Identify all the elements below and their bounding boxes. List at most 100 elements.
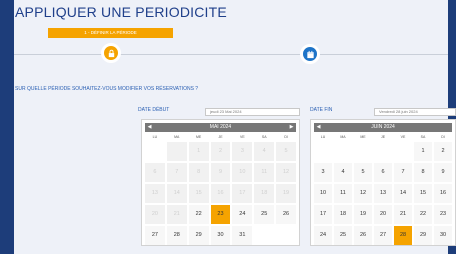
start-date-input[interactable] [205,108,300,116]
left-border [0,0,14,254]
calendar-icon [307,50,314,59]
calendar-day[interactable]: 29 [188,226,209,245]
step-define-period-button[interactable]: 1 - DÉFINIR LA PÉRIODE [48,28,173,38]
calendar-day: 15 [188,184,209,203]
calendar-day[interactable]: 27 [374,226,392,245]
calendar-day[interactable]: 22 [188,205,209,224]
weekday-label: ME [360,135,366,139]
calendar-day[interactable]: 21 [394,205,412,224]
calendar-header: ◀ JUIN 2024 [314,123,452,132]
calendar-day[interactable]: 29 [414,226,432,245]
calendar-day[interactable]: 8 [414,163,432,182]
weekday-label: JE [218,135,223,139]
calendar-day[interactable]: 23 [434,205,452,224]
calendar-day[interactable]: 27 [145,226,165,245]
calendar-day[interactable]: 26 [276,205,296,224]
next-month-icon[interactable]: ▶ [287,123,296,132]
calendar-day[interactable]: 1 [414,142,432,161]
calendar-day: 16 [210,184,231,203]
calendar-day: 13 [145,184,165,203]
step1-indicator[interactable] [101,43,121,63]
calendar-day: 8 [188,163,209,182]
calendar-day[interactable]: 5 [354,163,372,182]
calendar-day: 20 [145,205,165,224]
calendar-day[interactable]: 30 [434,226,452,245]
calendar-day[interactable]: 12 [354,184,372,203]
prev-month-icon[interactable]: ◀ [145,123,154,132]
calendar-day[interactable]: 25 [254,205,275,224]
calendar-grid: LU MA ME JE VE SA DI 1 2 3 4 5 6 7 8 9 10 11 12 13 14 15 16 17 1… [145,134,296,245]
calendar-day[interactable]: 25 [334,226,352,245]
calendar-day: 12 [276,163,296,182]
calendar-blank [334,142,352,161]
calendar-day[interactable]: 26 [354,226,372,245]
calendar-blank [354,142,372,161]
calendar-day [166,142,187,161]
weekday-label: SA [420,135,426,139]
weekday-label: DI [284,135,288,139]
calendar-blank [314,142,332,161]
calendar-day[interactable]: 13 [374,184,392,203]
calendar-blank [145,142,165,161]
end-date-input[interactable] [374,108,456,116]
prev-month-icon[interactable]: ◀ [314,123,323,132]
start-date-label: DATE DÉBUT [138,107,170,113]
calendar-day[interactable]: 28 [166,226,187,245]
calendar-day[interactable]: 22 [414,205,432,224]
calendar-day[interactable]: 3 [314,163,332,182]
period-question: SUR QUELLE PÉRIODE SOUHAITEZ-VOUS MODIFI… [15,86,199,92]
calendar-day: 3 [232,142,253,161]
calendar-day[interactable]: 9 [434,163,452,182]
calendar-day[interactable]: 14 [394,184,412,203]
step2-indicator[interactable] [300,44,320,64]
calendar-month-label: JUIN 2024 [371,124,395,130]
calendar-day[interactable]: 24 [232,205,253,224]
weekday-label: LU [320,135,326,139]
calendar-day[interactable]: 30 [210,226,231,245]
weekday-label: VE [400,135,406,139]
calendar-day[interactable]: 24 [314,226,332,245]
calendar-day[interactable]: 4 [334,163,352,182]
calendar-day-selected[interactable]: 23 [210,205,231,224]
calendar-day: 4 [254,142,275,161]
calendar-day: 19 [276,184,296,203]
weekday-label: JE [380,135,386,139]
calendar-day: 1 [188,142,209,161]
calendar-day[interactable]: 31 [232,226,253,245]
calendar-grid: LU MA ME JE VE SA DI 1 2 3 4 5 6 7 8 9 10 11 12 13 14 15 16 17 1… [314,134,452,245]
calendar-blank [254,226,274,245]
calendar-day[interactable]: 15 [414,184,432,203]
weekday-label: LU [152,135,158,139]
calendar-day: 18 [254,184,275,203]
calendar-end: ◀ JUIN 2024 LU MA ME JE VE SA DI 1 2 3 4 5 6 7 8 9 10 11 1… [310,119,456,246]
calendar-day[interactable]: 18 [334,205,352,224]
calendar-day[interactable]: 11 [334,184,352,203]
calendar-header: ◀ MAI 2024 ▶ [145,123,296,132]
calendar-day: 10 [232,163,253,182]
calendar-day[interactable]: 2 [434,142,452,161]
page-title: APPLIQUER UNE PERIODICITE [15,4,227,20]
calendar-day: 14 [166,184,187,203]
calendar-day-selected[interactable]: 28 [394,226,412,245]
weekday-label: ME [196,135,202,139]
calendar-day: 7 [166,163,187,182]
calendar-day: 2 [210,142,231,161]
calendar-blank [394,142,412,161]
calendar-day: 9 [210,163,231,182]
calendar-day[interactable]: 7 [394,163,412,182]
lock-icon [108,49,115,58]
calendar-day[interactable]: 6 [374,163,392,182]
weekday-label: MA [174,135,180,139]
calendar-day: 11 [254,163,275,182]
calendar-day[interactable]: 16 [434,184,452,203]
calendar-day[interactable]: 10 [314,184,332,203]
calendar-day: 6 [145,163,165,182]
calendar-day[interactable]: 19 [354,205,372,224]
calendar-month-label: MAI 2024 [209,124,232,130]
calendar-day[interactable]: 20 [374,205,392,224]
calendar-day: 21 [166,205,187,224]
weekday-label: MA [340,135,346,139]
calendar-day[interactable]: 17 [314,205,332,224]
stepper-line [14,54,448,55]
weekday-label: VE [240,135,245,139]
